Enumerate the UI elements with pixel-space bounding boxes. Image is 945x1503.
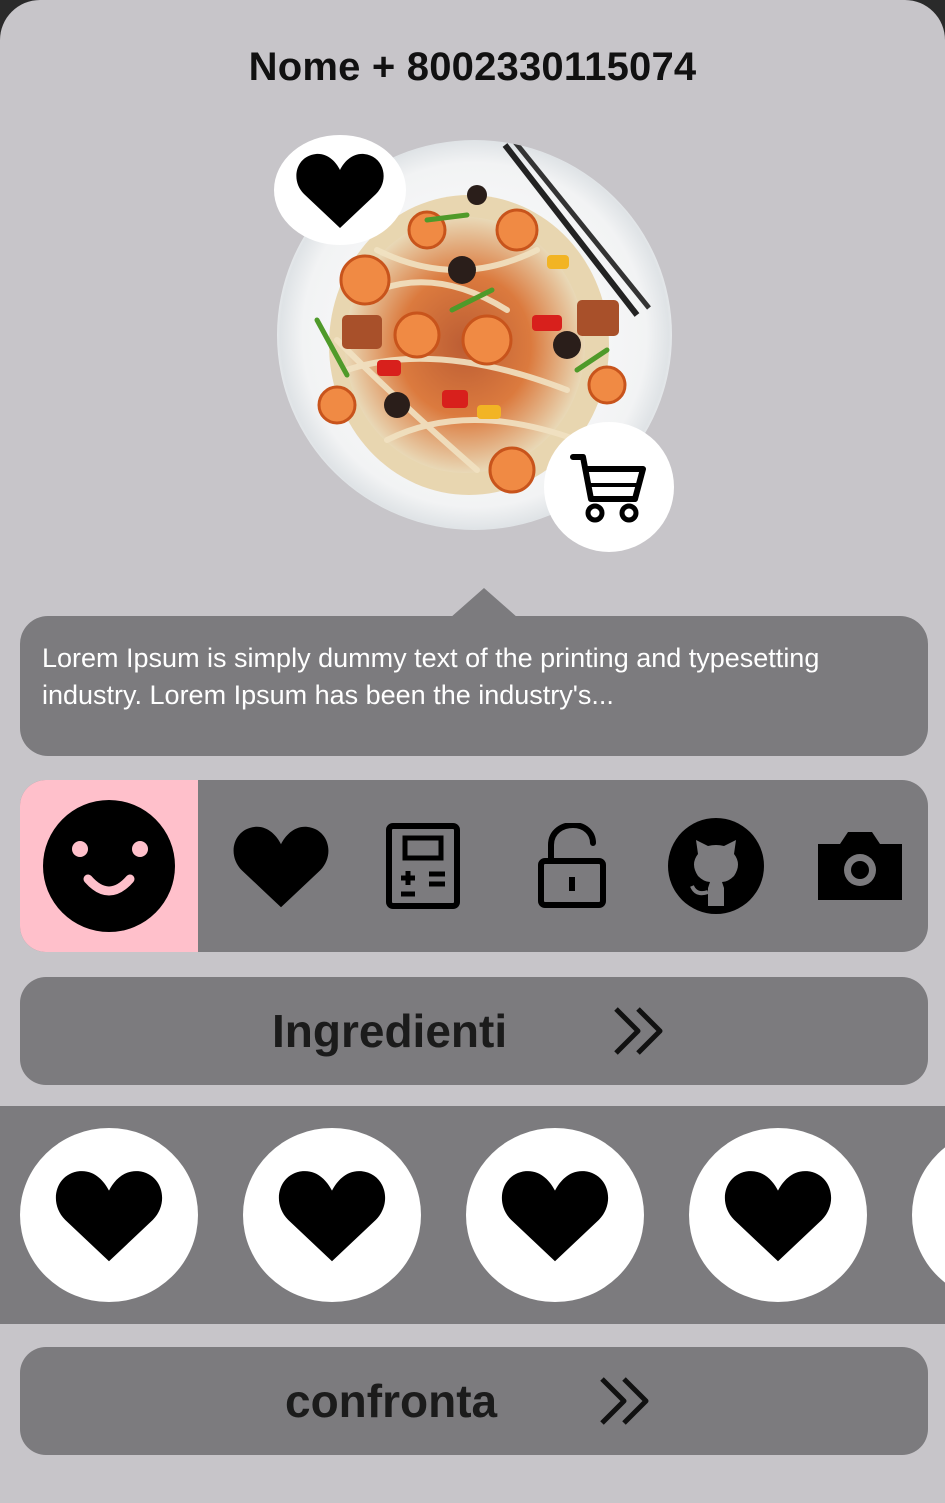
action-icon-bar (20, 780, 928, 952)
heart-icon (278, 1171, 386, 1262)
favorite-item[interactable] (466, 1128, 644, 1302)
description-pointer (450, 588, 518, 618)
heart-icon (296, 153, 384, 228)
favorites-carousel (0, 1106, 945, 1324)
compare-button[interactable]: confronta (20, 1347, 928, 1455)
unlock-button[interactable] (530, 780, 614, 952)
favorite-item[interactable] (243, 1128, 421, 1302)
product-sheet: Nome + 8002330115074 Lorem Ipsum is simp… (0, 0, 945, 1503)
calculator-icon (386, 823, 460, 909)
heart-icon (233, 826, 329, 908)
smiley-button[interactable] (40, 780, 178, 952)
double-chevron-right-icon (600, 1377, 649, 1425)
favorite-item[interactable] (689, 1128, 867, 1302)
product-hero (272, 135, 674, 552)
heart-icon (724, 1171, 832, 1262)
calculator-button[interactable] (380, 780, 466, 952)
camera-icon (818, 832, 902, 900)
heart-button[interactable] (228, 780, 334, 952)
favorite-button[interactable] (272, 135, 406, 245)
ingredients-label: Ingredienti (272, 1005, 508, 1057)
camera-button[interactable] (812, 780, 908, 952)
cart-icon (570, 454, 646, 523)
ingredients-button[interactable]: Ingredienti (20, 977, 928, 1085)
smiley-icon (43, 800, 175, 932)
github-icon (668, 818, 764, 914)
favorite-item[interactable] (912, 1128, 945, 1302)
product-description: Lorem Ipsum is simply dummy text of the … (20, 616, 928, 756)
unlock-icon (538, 823, 606, 908)
add-to-cart-button[interactable] (544, 422, 674, 552)
heart-icon (501, 1171, 609, 1262)
double-chevron-right-icon (614, 1007, 663, 1055)
heart-icon (55, 1171, 163, 1262)
favorite-item[interactable] (20, 1128, 198, 1302)
product-title: Nome + 8002330115074 (248, 45, 697, 89)
compare-label: confronta (285, 1375, 498, 1427)
github-button[interactable] (664, 780, 768, 952)
